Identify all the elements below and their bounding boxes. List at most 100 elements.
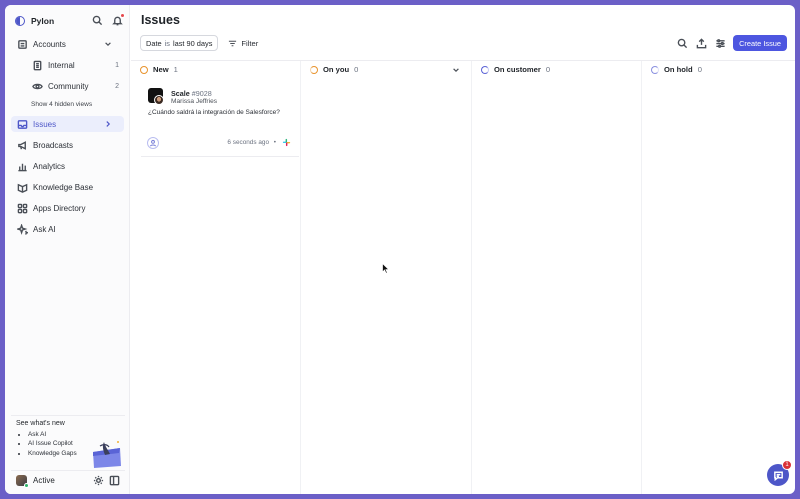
column-title: New xyxy=(153,65,169,74)
sidebar: Pylon Accounts Internal 1 Community 2 Sh… xyxy=(5,5,130,494)
sidebar-view-community[interactable]: Community 2 xyxy=(11,78,124,94)
column-count: 0 xyxy=(697,65,702,74)
sidebar-toggle-icon[interactable] xyxy=(108,475,120,487)
issues-main: Issues Date is last 90 days Filter Creat… xyxy=(131,5,795,494)
column-header[interactable]: New 1 xyxy=(131,61,300,78)
column-title: On customer xyxy=(494,65,541,74)
search-icon[interactable] xyxy=(91,14,103,26)
issue-message-preview: ¿Cuándo saldrá la integración de Salesfo… xyxy=(148,109,280,116)
meta-separator: • xyxy=(273,139,276,146)
sidebar-view-internal[interactable]: Internal 1 xyxy=(11,57,124,73)
gift-illustration-icon xyxy=(93,441,121,468)
online-indicator xyxy=(24,483,29,488)
date-filter-operator: is xyxy=(164,38,170,48)
sidebar-item-issues[interactable]: Issues xyxy=(11,116,124,132)
sparkle-icon xyxy=(16,223,28,235)
mouse-cursor-icon xyxy=(382,263,390,274)
sidebar-item-analytics[interactable]: Analytics xyxy=(11,158,124,174)
issue-requester: Marissa Jeffries xyxy=(171,98,218,105)
avatar[interactable] xyxy=(16,475,29,488)
sidebar-view-count: 2 xyxy=(115,82,119,90)
chat-unread-badge: 1 xyxy=(782,460,792,470)
column-new: New 1 Scale #9028 Marissa Jeffries ¿Cuán… xyxy=(131,61,301,494)
sidebar-item-label: Accounts xyxy=(33,39,66,49)
status-on-you-icon xyxy=(310,65,318,74)
chevron-down-icon[interactable] xyxy=(102,38,114,50)
sidebar-item-ask-ai[interactable]: Ask AI xyxy=(11,221,124,237)
megaphone-icon xyxy=(16,139,28,151)
column-header[interactable]: On hold 0 xyxy=(642,61,795,78)
sidebar-view-label: Community xyxy=(48,81,89,91)
sidebar-nav: Accounts Internal 1 Community 2 Show 4 h xyxy=(11,36,124,242)
kanban-board: New 1 Scale #9028 Marissa Jeffries ¿Cuán… xyxy=(131,60,795,494)
column-count: 1 xyxy=(173,65,178,74)
app-window: Pylon Accounts Internal 1 Community 2 Sh… xyxy=(5,5,795,494)
issue-card[interactable]: Scale #9028 Marissa Jeffries ¿Cuándo sal… xyxy=(141,82,299,157)
column-header[interactable]: On you 0 xyxy=(301,61,471,78)
sidebar-view-label: Internal xyxy=(48,60,75,70)
user-status-bar: Active xyxy=(11,470,125,490)
column-on-you: On you 0 xyxy=(301,61,472,494)
column-count: 0 xyxy=(545,65,551,74)
status-on-hold-icon xyxy=(651,65,659,74)
column-title: On hold xyxy=(664,65,693,74)
column-count: 0 xyxy=(354,65,359,74)
sidebar-item-label: Knowledge Base xyxy=(33,182,94,192)
sidebar-item-accounts[interactable]: Accounts xyxy=(11,36,124,52)
workspace-switcher[interactable]: Pylon xyxy=(15,14,54,28)
search-icon[interactable] xyxy=(676,37,688,49)
inbox-icon xyxy=(16,118,28,130)
sidebar-item-broadcasts[interactable]: Broadcasts xyxy=(11,137,124,153)
page-title: Issues xyxy=(141,13,180,27)
notification-dot xyxy=(120,13,125,18)
requester-avatar xyxy=(154,95,164,105)
date-filter-chip[interactable]: Date is last 90 days xyxy=(140,35,219,51)
settings-gear-icon[interactable] xyxy=(92,475,104,487)
eye-icon xyxy=(31,80,43,92)
sidebar-item-label: Broadcasts xyxy=(33,140,74,150)
column-on-hold: On hold 0 xyxy=(642,61,795,494)
filter-button[interactable]: Filter xyxy=(228,39,258,48)
column-header[interactable]: On customer 0 xyxy=(472,61,641,78)
grid-icon xyxy=(16,202,28,214)
date-filter-value: last 90 days xyxy=(172,38,213,48)
building-icon xyxy=(16,38,28,50)
sidebar-item-apps-directory[interactable]: Apps Directory xyxy=(11,200,124,216)
header-actions: Create Issue xyxy=(676,35,787,51)
sidebar-item-label: Analytics xyxy=(33,161,66,171)
bar-chart-icon xyxy=(16,160,28,172)
notifications-bell-icon[interactable] xyxy=(111,13,125,26)
building-icon xyxy=(31,59,43,71)
brand-name: Pylon xyxy=(31,16,55,26)
sidebar-item-label: Apps Directory xyxy=(33,203,86,213)
issues-toolbar: Date is last 90 days Filter xyxy=(140,35,258,51)
assignee-placeholder-icon[interactable] xyxy=(147,137,159,149)
issue-card-title: Scale #9028 xyxy=(171,89,212,98)
filter-icon xyxy=(229,40,237,46)
support-chat-button[interactable]: 1 xyxy=(767,460,792,486)
export-icon[interactable] xyxy=(695,37,707,49)
view-settings-icon[interactable] xyxy=(714,37,726,49)
column-title: On you xyxy=(323,65,350,74)
create-issue-button[interactable]: Create Issue xyxy=(733,35,787,51)
whats-new-panel[interactable]: See what's new Ask AI AI Issue Copilot K… xyxy=(11,415,125,468)
book-icon xyxy=(16,181,28,193)
issue-timestamp: 6 seconds ago xyxy=(227,139,269,146)
date-filter-field: Date xyxy=(146,38,162,48)
slack-icon xyxy=(282,138,291,147)
status-new-icon xyxy=(140,65,148,74)
pylon-logo-icon xyxy=(15,16,25,26)
sidebar-item-label: Issues xyxy=(33,119,57,129)
user-status-label[interactable]: Active xyxy=(33,476,88,485)
whats-new-title: See what's new xyxy=(16,420,65,427)
column-on-customer: On customer 0 xyxy=(472,61,642,494)
status-on-customer-icon xyxy=(481,65,489,74)
filter-label: Filter xyxy=(241,38,259,48)
chevron-down-icon[interactable] xyxy=(450,64,462,76)
sidebar-item-knowledge-base[interactable]: Knowledge Base xyxy=(11,179,124,195)
issue-number: #9028 xyxy=(191,89,212,98)
show-hidden-views-link[interactable]: Show 4 hidden views xyxy=(11,99,124,111)
sidebar-item-label: Ask AI xyxy=(33,224,56,234)
chat-icon xyxy=(773,471,783,481)
sidebar-view-count: 1 xyxy=(115,61,119,69)
